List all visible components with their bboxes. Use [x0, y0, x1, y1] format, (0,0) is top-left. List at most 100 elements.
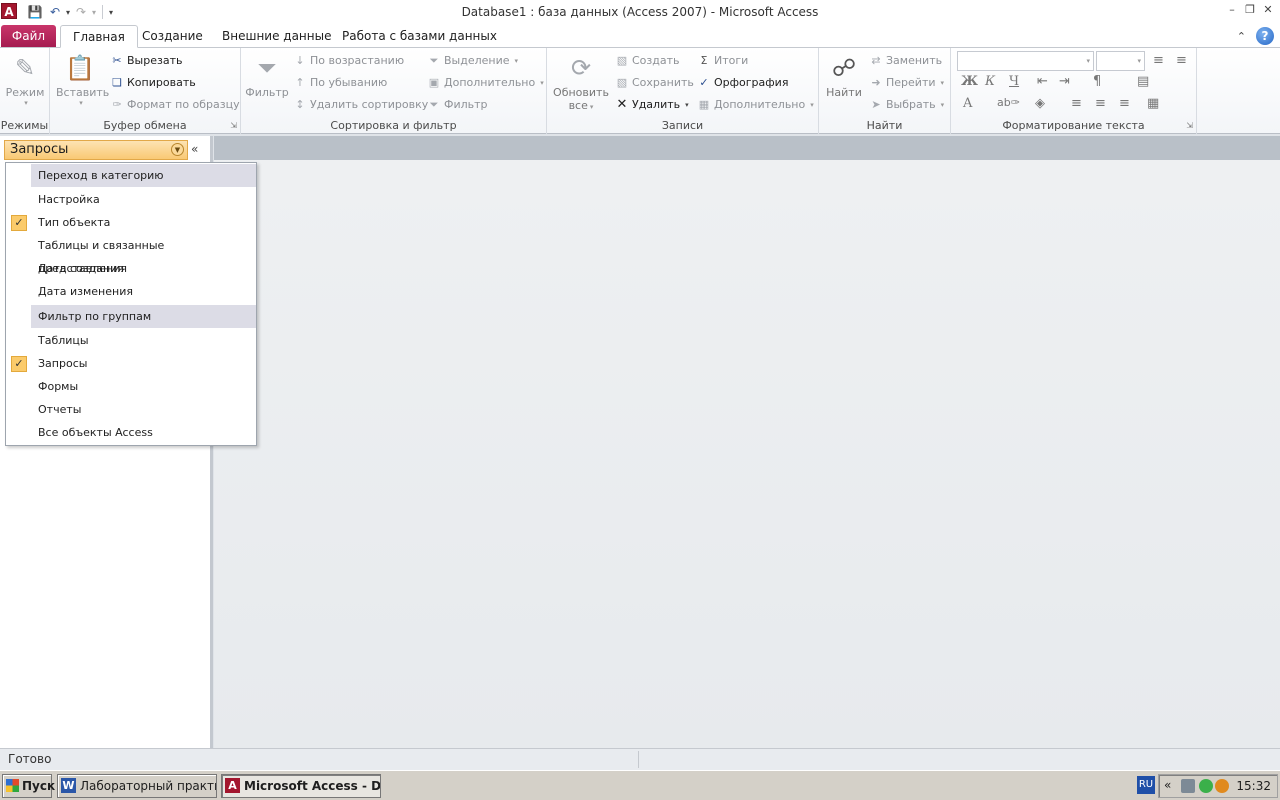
selection-filter-icon: ⏷ [429, 54, 439, 67]
paragraph-direction-icon[interactable]: ¶ [1093, 74, 1101, 89]
tab-file[interactable]: Файл [1, 25, 56, 47]
align-center-icon[interactable]: ≡ [1095, 96, 1106, 111]
advanced-filter-icon: ▣ [428, 76, 440, 89]
menu-item-tables[interactable]: Таблицы [6, 329, 256, 352]
bullets-icon[interactable]: ≡ [1153, 53, 1164, 68]
sort-az-icon: ↓ [295, 54, 305, 67]
remove-sort-button[interactable]: ↕ Удалить сортировку [293, 95, 428, 115]
advanced-filter-button[interactable]: ▣ Дополнительно ▾ [427, 73, 544, 93]
language-indicator[interactable]: RU [1137, 776, 1155, 794]
spelling-check-icon: ✓ [699, 76, 709, 89]
tray-expand-icon[interactable]: « [1164, 778, 1171, 792]
refresh-icon: ⟳ [570, 54, 592, 82]
align-left-icon[interactable]: ≡ [1071, 96, 1082, 111]
toggle-filter-button[interactable]: ⏷ Фильтр [427, 95, 488, 115]
selection-button[interactable]: ⏷ Выделение ▾ [427, 51, 518, 71]
sort-descending-button[interactable]: ↑ По убыванию [293, 73, 387, 93]
more-records-button[interactable]: ▦ Дополнительно ▾ [697, 95, 814, 115]
menu-item-queries[interactable]: ✓ Запросы [6, 352, 256, 375]
antivirus-icon[interactable] [1215, 779, 1229, 793]
tab-create[interactable]: Создание [130, 25, 215, 48]
replace-button[interactable]: ⇄ Заменить [869, 51, 942, 71]
tab-external-data[interactable]: Внешние данные [210, 25, 343, 48]
nav-pane-dropdown-icon[interactable]: ▼ [171, 143, 184, 156]
group-label-text-format: Форматирование текста [1002, 119, 1145, 132]
replace-icon: ⇄ [871, 54, 881, 67]
status-divider [638, 751, 639, 768]
italic-button[interactable]: К [985, 74, 995, 89]
totals-button[interactable]: Σ Итоги [697, 51, 749, 71]
format-painter-button[interactable]: ✑ Формат по образцу [110, 95, 239, 115]
toggle-filter-label: Фильтр [444, 98, 488, 111]
clipboard-icon: 📋 [65, 54, 95, 82]
menu-item-all-objects[interactable]: Все объекты Access [6, 421, 256, 444]
bold-button[interactable]: Ж [961, 74, 978, 89]
menu-item-tables-related[interactable]: Таблицы и связанные представления [6, 234, 256, 275]
taskbar-item-access[interactable]: A Microsoft Access - Da... [221, 774, 381, 798]
taskbar-item-word[interactable]: W Лабораторный практик... [57, 774, 217, 798]
fill-color-icon[interactable]: ◈ [1035, 96, 1045, 111]
new-record-button[interactable]: ▧ Создать [615, 51, 680, 71]
close-icon[interactable]: ✕ [1260, 2, 1276, 16]
taskbar-item-word-label: Лабораторный практик... [80, 779, 216, 793]
start-button[interactable]: Пуск [2, 774, 56, 798]
select-button[interactable]: ➤ Выбрать ▾ [869, 95, 944, 115]
filter-button[interactable]: ⏷ Фильтр [245, 52, 289, 99]
help-icon[interactable]: ? [1256, 27, 1274, 45]
save-record-button[interactable]: ▧ Сохранить [615, 73, 694, 93]
spelling-button[interactable]: ✓ Орфография [697, 73, 788, 93]
align-right-icon[interactable]: ≡ [1119, 96, 1130, 111]
view-button[interactable]: ✎ Режим ▾ [4, 52, 46, 107]
group-clipboard: 📋 Вставить ▾ ✂ Вырезать ❏ Копировать ✑ Ф… [50, 48, 241, 134]
refresh-all-button[interactable]: ⟳ Обновить все ▾ [551, 52, 611, 112]
increase-indent-icon[interactable]: ⇥ [1059, 74, 1070, 89]
underline-button[interactable]: Ч [1009, 74, 1019, 89]
start-button-label: Пуск [22, 779, 56, 793]
sort-ascending-button[interactable]: ↓ По возрастанию [293, 51, 404, 71]
document-workspace [214, 136, 1280, 748]
highlight-icon[interactable]: ab✑ [997, 96, 1020, 109]
minimize-icon[interactable]: – [1224, 2, 1240, 16]
more-records-label: Дополнительно [714, 98, 806, 111]
font-size-dropdown-icon: ▾ [1137, 57, 1141, 65]
group-label-records: Записи [661, 119, 704, 132]
window-controls: – ❐ ✕ [1224, 2, 1276, 16]
refresh-label: Обновить [553, 86, 609, 99]
menu-item-forms[interactable]: Формы [6, 375, 256, 398]
restore-icon[interactable]: ❐ [1242, 2, 1258, 16]
toggle-filter-icon: ⏷ [429, 98, 439, 111]
gridlines-icon[interactable]: ▤ [1137, 74, 1149, 89]
word-app-icon: W [61, 778, 76, 793]
delete-record-button[interactable]: ✕ Удалить ▾ [615, 95, 689, 115]
cut-button[interactable]: ✂ Вырезать [110, 51, 182, 71]
menu-item-reports[interactable]: Отчеты [6, 398, 256, 421]
copy-button[interactable]: ❏ Копировать [110, 73, 196, 93]
clipboard-launcher-icon[interactable]: ⇲ [230, 121, 237, 130]
menu-item-custom[interactable]: Настройка [6, 188, 256, 211]
network-icon[interactable] [1181, 779, 1195, 793]
font-color-button[interactable]: A [963, 96, 972, 111]
menu-item-object-type[interactable]: ✓ Тип объекта [6, 211, 256, 234]
alternate-row-color-icon[interactable]: ▦ [1147, 96, 1159, 111]
tab-database-tools[interactable]: Работа с базами данных [330, 25, 509, 48]
menu-item-created-date[interactable]: Дата создания [6, 257, 256, 280]
text-format-launcher-icon[interactable]: ⇲ [1186, 121, 1193, 130]
title-bar: A 💾 ↶ ▾ ↷ ▾ ▾ Database1 : база данных (A… [0, 0, 1280, 24]
decrease-indent-icon[interactable]: ⇤ [1037, 74, 1048, 89]
new-record-icon: ▧ [616, 54, 628, 67]
font-name-select[interactable]: ▾ [957, 51, 1094, 71]
nav-pane-header[interactable]: Запросы ▼ [4, 140, 188, 160]
find-button[interactable]: ☍ Найти [823, 52, 865, 99]
cursor-icon: ➤ [871, 98, 881, 111]
menu-item-modified-date[interactable]: Дата изменения [6, 280, 256, 303]
group-sort-filter: ⏷ Фильтр ↓ По возрастанию ↑ По убыванию … [241, 48, 547, 134]
tab-home[interactable]: Главная [60, 25, 138, 48]
numbering-icon[interactable]: ≡ [1176, 53, 1187, 68]
update-icon[interactable] [1199, 779, 1213, 793]
selection-dropdown-icon: ▾ [514, 57, 519, 65]
shutter-bar-collapse-icon[interactable]: « [191, 142, 198, 156]
paste-button[interactable]: 📋 Вставить ▾ [56, 52, 109, 107]
goto-button[interactable]: ➜ Перейти ▾ [869, 73, 944, 93]
font-size-select[interactable]: ▾ [1096, 51, 1145, 71]
minimize-ribbon-icon[interactable]: ⌃ [1237, 30, 1246, 43]
